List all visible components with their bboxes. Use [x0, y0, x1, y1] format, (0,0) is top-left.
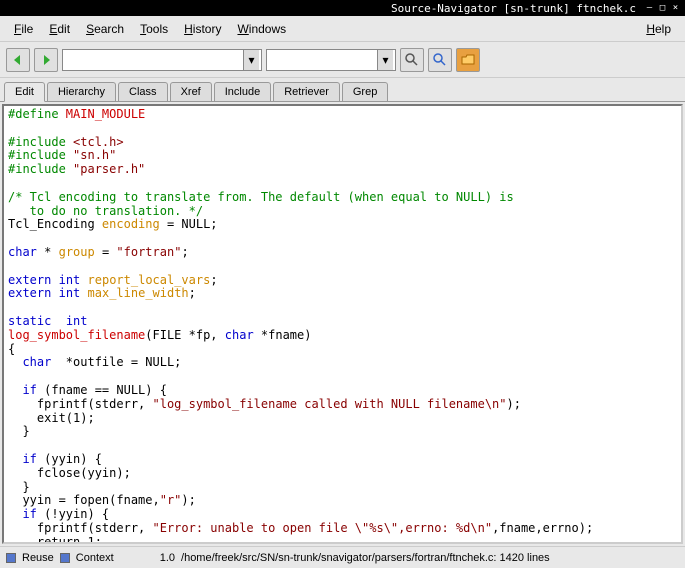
tab-retriever[interactable]: Retriever [273, 82, 340, 101]
tab-xref[interactable]: Xref [170, 82, 212, 101]
symbol-combo[interactable]: ▾ [62, 49, 262, 71]
tab-include[interactable]: Include [214, 82, 271, 101]
search-button[interactable] [428, 48, 452, 72]
close-button[interactable]: × [670, 3, 681, 14]
titlebar: Source-Navigator [sn-trunk] ftnchek.c – … [0, 0, 685, 16]
menu-tools[interactable]: Tools [132, 18, 176, 40]
version-label: 1.0 [160, 552, 175, 564]
window-title: Source-Navigator [sn-trunk] ftnchek.c [391, 2, 636, 15]
menu-search[interactable]: Search [78, 18, 132, 40]
menu-windows[interactable]: Windows [229, 18, 294, 40]
folder-button[interactable] [456, 48, 480, 72]
main-window: Source-Navigator [sn-trunk] ftnchek.c – … [0, 0, 685, 568]
menu-edit[interactable]: Edit [41, 18, 78, 40]
maximize-button[interactable]: □ [657, 3, 668, 14]
find-button[interactable] [400, 48, 424, 72]
tab-class[interactable]: Class [118, 82, 168, 101]
status-path: /home/freek/src/SN/sn-trunk/snavigator/p… [181, 552, 550, 564]
magnifier-icon [433, 53, 447, 67]
tabbar: Edit Hierarchy Class Xref Include Retrie… [0, 78, 685, 102]
chevron-down-icon[interactable]: ▾ [243, 50, 259, 70]
tab-hierarchy[interactable]: Hierarchy [47, 82, 116, 101]
arrow-right-icon [38, 52, 54, 68]
back-button[interactable] [6, 48, 30, 72]
statusbar: Reuse Context 1.0 /home/freek/src/SN/sn-… [0, 546, 685, 568]
folder-icon [461, 53, 475, 67]
menu-file[interactable]: File [6, 18, 41, 40]
code-editor[interactable]: #define MAIN_MODULE #include <tcl.h> #in… [2, 104, 683, 544]
tab-grep[interactable]: Grep [342, 82, 388, 101]
filter-input[interactable] [267, 50, 377, 70]
reuse-checkbox[interactable] [6, 553, 16, 563]
menu-help[interactable]: Help [638, 18, 679, 40]
chevron-down-icon[interactable]: ▾ [377, 50, 393, 70]
code-content: #define MAIN_MODULE #include <tcl.h> #in… [4, 106, 681, 544]
context-checkbox[interactable] [60, 553, 70, 563]
search-icon [405, 53, 419, 67]
menu-history[interactable]: History [176, 18, 229, 40]
symbol-input[interactable] [63, 50, 243, 70]
tab-edit[interactable]: Edit [4, 82, 45, 102]
reuse-label: Reuse [22, 552, 54, 564]
minimize-button[interactable]: – [644, 3, 655, 14]
forward-button[interactable] [34, 48, 58, 72]
toolbar: ▾ ▾ [0, 42, 685, 78]
filter-combo[interactable]: ▾ [266, 49, 396, 71]
context-label: Context [76, 552, 114, 564]
arrow-left-icon [10, 52, 26, 68]
menubar: File Edit Search Tools History Windows H… [0, 16, 685, 42]
